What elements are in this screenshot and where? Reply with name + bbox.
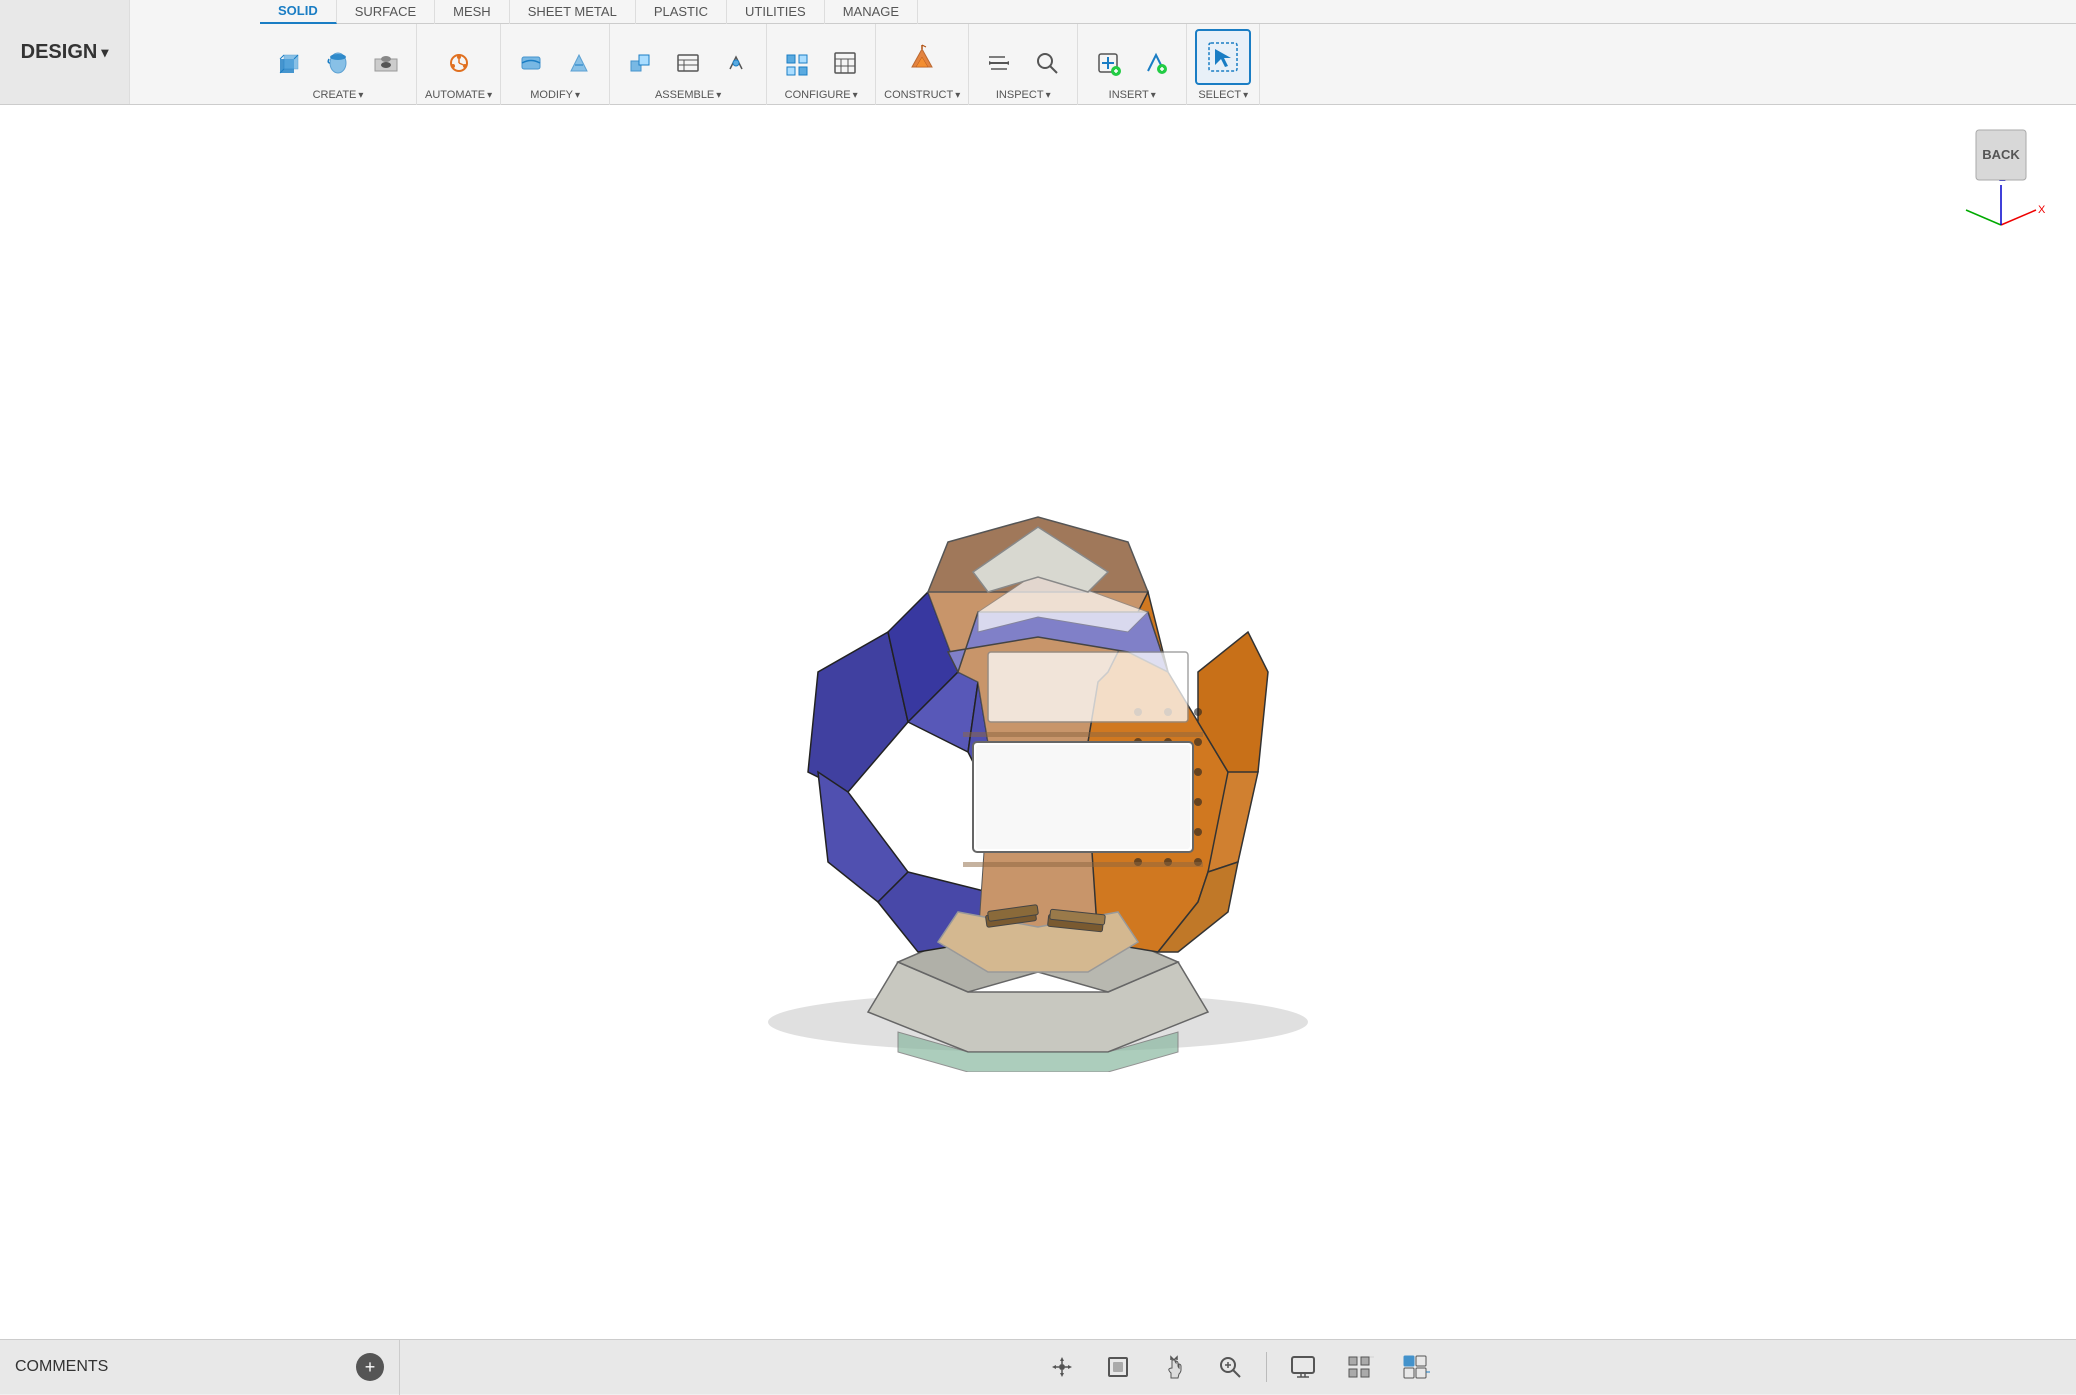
create-extrude-btn[interactable] <box>268 41 312 85</box>
design-text: DESIGN <box>21 41 98 64</box>
bottom-bar: COMMENTS + <box>0 1339 2076 1394</box>
toolbar-divider <box>1266 1352 1267 1382</box>
zoom-tool-btn[interactable] <box>1210 1347 1250 1387</box>
configure-btn1[interactable] <box>775 41 819 85</box>
modify-group: MODIFY ▾ <box>501 24 610 105</box>
assemble-label[interactable]: ASSEMBLE ▾ <box>655 89 721 101</box>
insert-btn2[interactable] <box>1134 41 1178 85</box>
fit-tool-btn[interactable] <box>1098 1347 1138 1387</box>
modify-btn1[interactable] <box>509 41 553 85</box>
tab-bar: SOLID SURFACE MESH SHEET METAL PLASTIC U… <box>260 0 2076 24</box>
viewport-toolbar <box>400 1347 2076 1387</box>
assemble-btn1[interactable] <box>618 41 662 85</box>
tab-solid[interactable]: SOLID <box>260 0 337 24</box>
construct-group: CONSTRUCT ▾ <box>876 24 969 105</box>
3d-model-view <box>688 372 1388 1072</box>
construct-label[interactable]: CONSTRUCT ▾ <box>884 89 960 101</box>
design-dropdown-arrow: ▾ <box>101 44 108 61</box>
assemble-group: ASSEMBLE ▾ <box>610 24 767 105</box>
modify-btn2[interactable] <box>557 41 601 85</box>
assemble-btn3[interactable] <box>714 41 758 85</box>
select-group: SELECT ▾ <box>1187 24 1260 105</box>
create-hole-btn[interactable] <box>364 41 408 85</box>
tab-mesh[interactable]: MESH <box>435 0 510 24</box>
insert-btn1[interactable] <box>1086 41 1130 85</box>
create-group: CREATE ▾ <box>260 24 417 105</box>
configure-btn2[interactable] <box>823 41 867 85</box>
view-mode-btn[interactable] <box>1395 1347 1435 1387</box>
svg-text:BACK: BACK <box>1982 147 2020 162</box>
comments-label: COMMENTS <box>15 1358 346 1376</box>
inspect-group: INSPECT ▾ <box>969 24 1078 105</box>
main-viewport[interactable]: X Z BACK <box>0 105 2076 1339</box>
toolbar: DESIGN ▾ SOLID SURFACE MESH SHEET METAL … <box>0 0 2076 105</box>
comments-add-button[interactable]: + <box>356 1353 384 1381</box>
inspect-btn2[interactable] <box>1025 41 1069 85</box>
select-label[interactable]: SELECT ▾ <box>1198 89 1248 101</box>
display-settings-btn[interactable] <box>1283 1347 1323 1387</box>
create-revolve-btn[interactable] <box>316 41 360 85</box>
insert-label[interactable]: INSERT ▾ <box>1109 89 1156 101</box>
orbit-tool-btn[interactable] <box>1042 1347 1082 1387</box>
insert-group: INSERT ▾ <box>1078 24 1187 105</box>
tab-utilities[interactable]: UTILITIES <box>727 0 825 24</box>
construct-btn[interactable] <box>894 29 950 85</box>
tab-plastic[interactable]: PLASTIC <box>636 0 727 24</box>
tab-sheet-metal[interactable]: SHEET METAL <box>510 0 636 24</box>
automate-btn[interactable] <box>437 41 481 85</box>
automate-group: AUTOMATE ▾ <box>417 24 501 105</box>
comments-section: COMMENTS + <box>0 1340 400 1395</box>
assemble-btn2[interactable] <box>666 41 710 85</box>
modify-label[interactable]: MODIFY ▾ <box>530 89 580 101</box>
inspect-btn1[interactable] <box>977 41 1021 85</box>
inspect-label[interactable]: INSPECT ▾ <box>996 89 1051 101</box>
configure-group: CONFIGURE ▾ <box>767 24 876 105</box>
automate-label[interactable]: AUTOMATE ▾ <box>425 89 492 101</box>
create-label[interactable]: CREATE ▾ <box>313 89 364 101</box>
tab-manage[interactable]: MANAGE <box>825 0 918 24</box>
design-label[interactable]: DESIGN ▾ <box>21 41 109 64</box>
toolbar-icons-row: CREATE ▾ <box>260 24 2076 105</box>
tab-surface[interactable]: SURFACE <box>337 0 435 24</box>
svg-text:X: X <box>2038 204 2046 216</box>
configure-label[interactable]: CONFIGURE ▾ <box>785 89 858 101</box>
view-cube[interactable]: X Z BACK <box>1956 125 2046 215</box>
select-btn[interactable] <box>1195 29 1251 85</box>
pan-tool-btn[interactable] <box>1154 1347 1194 1387</box>
grid-toggle-btn[interactable] <box>1339 1347 1379 1387</box>
design-section[interactable]: DESIGN ▾ <box>0 0 130 104</box>
